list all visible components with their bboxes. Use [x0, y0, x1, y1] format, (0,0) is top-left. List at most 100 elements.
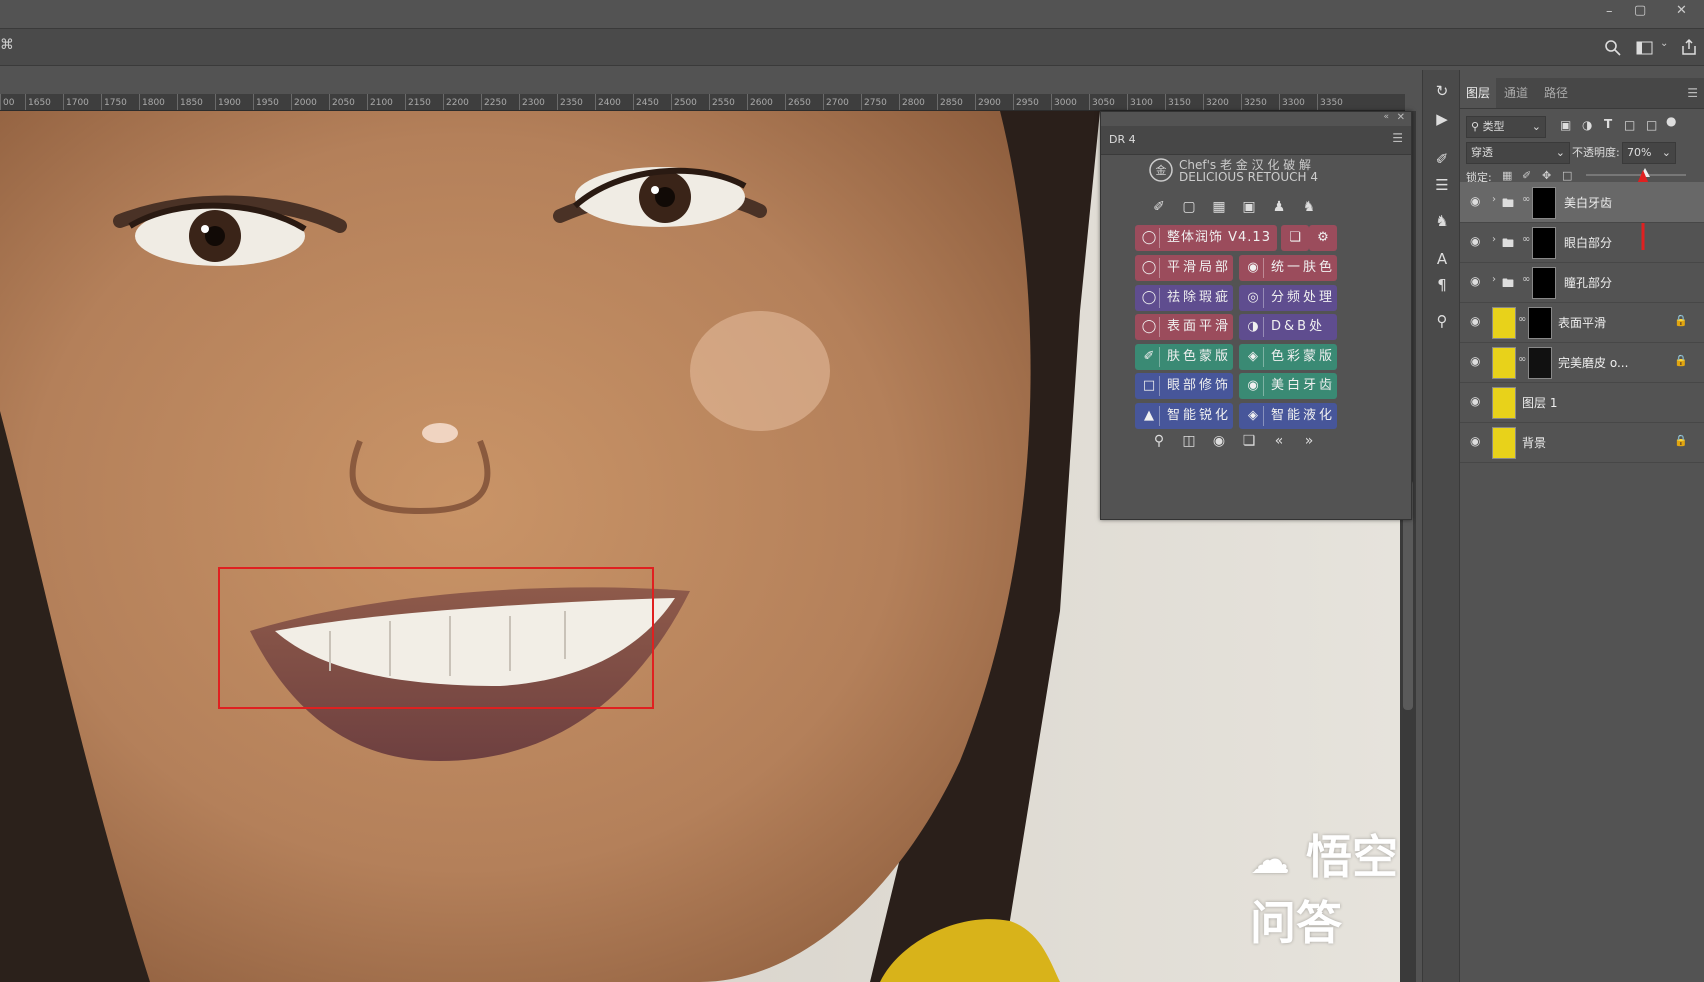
panel-tool-strip: ↻ ▶ ✐ ☰ ♞ A ¶ ⚲: [1422, 70, 1460, 982]
dr4-action-button[interactable]: ◉ 美白牙齿: [1239, 373, 1337, 399]
smart-filter-icon[interactable]: □: [1646, 118, 1657, 132]
collapse-icon[interactable]: «: [1383, 112, 1389, 122]
layer-row[interactable]: ◉ › 🖿 ∞ 瞳孔部分: [1460, 262, 1704, 303]
blend-mode-select[interactable]: 穿透 ⌄: [1466, 142, 1570, 164]
search-icon[interactable]: [1604, 39, 1622, 57]
dr4-action-button[interactable]: ✐ 肤色蒙版: [1135, 343, 1233, 370]
dr4-action-button[interactable]: ◯ 祛除瑕疵: [1135, 284, 1233, 311]
restore-button[interactable]: ▢: [1634, 3, 1646, 18]
pixel-filter-icon[interactable]: ▣: [1560, 118, 1571, 132]
chevron-down-icon[interactable]: ⌄: [1660, 38, 1668, 49]
adjustment-filter-icon[interactable]: ◑: [1582, 118, 1592, 132]
layer-row[interactable]: ◉ 图层 1: [1460, 382, 1704, 423]
layer-thumbnail: [1492, 347, 1516, 379]
folder-icon: 🖿: [1502, 196, 1515, 210]
dr4-action-button[interactable]: ◈ 色彩蒙版: [1239, 343, 1337, 370]
opacity-input[interactable]: 70% ⌄: [1622, 142, 1676, 164]
visibility-eye-icon[interactable]: ◉: [1470, 274, 1486, 288]
clone-stamp-icon[interactable]: ♞: [1297, 196, 1321, 218]
layers-toggle-button[interactable]: ❏: [1281, 225, 1309, 251]
type-filter-icon[interactable]: T: [1604, 117, 1612, 131]
play-icon[interactable]: ▶: [1431, 108, 1453, 130]
dropper-icon[interactable]: ✐: [1147, 196, 1171, 218]
dr4-action-button[interactable]: ◑D&B处理: [1239, 314, 1337, 360]
bandage-icon[interactable]: ▢: [1177, 196, 1201, 218]
dr4-action-button[interactable]: ◉ 统一肤色: [1239, 255, 1337, 281]
tab-layers[interactable]: 图层: [1460, 78, 1497, 108]
link-icon: ∞: [1522, 274, 1531, 285]
workspace-icon[interactable]: [1636, 40, 1654, 56]
layer-mask-thumbnail: [1532, 187, 1556, 219]
settings-button[interactable]: ⚙: [1309, 225, 1337, 251]
visibility-eye-icon[interactable]: ◉: [1470, 394, 1486, 408]
stamp-icon[interactable]: ♟: [1267, 196, 1291, 218]
filter-toggle-icon[interactable]: ●: [1666, 114, 1676, 128]
dr4-action-button[interactable]: □ 眼部修饰: [1135, 373, 1233, 399]
visibility-eye-icon[interactable]: ◉: [1470, 314, 1486, 328]
expand-chevron-icon[interactable]: ›: [1492, 194, 1496, 205]
tool-preset-icon[interactable]: ⌘: [0, 37, 14, 53]
expand-chevron-icon[interactable]: ›: [1492, 234, 1496, 245]
watermark-logo-icon: ☁: [1250, 837, 1290, 883]
character-icon[interactable]: A: [1431, 248, 1453, 270]
overall-retouch-button[interactable]: ◯ 整体润饰 V4.13: [1135, 225, 1277, 251]
dr4-panel: « ✕ DR 4 ☰ 金 Chef's 老 金 汉 化 破 解 DELICIOU…: [1100, 111, 1412, 520]
layer-filter-select[interactable]: ⚲ 类型 ⌄: [1466, 116, 1546, 138]
libraries-icon[interactable]: ⚲: [1431, 310, 1453, 332]
dr4-action-button[interactable]: ◈ 智能液化: [1239, 402, 1337, 429]
dr4-action-label: 平滑局部: [1167, 260, 1232, 275]
lock-transparency-icon[interactable]: ▦: [1502, 169, 1512, 182]
ruler-tick: 2850: [937, 94, 963, 110]
panel-menu-icon[interactable]: ☰: [1687, 86, 1698, 100]
title-bar: – ▢ ✕: [0, 0, 1704, 28]
minimize-button[interactable]: –: [1606, 4, 1613, 19]
tab-channels[interactable]: 通道: [1498, 78, 1534, 108]
layer-row[interactable]: ◉ › 🖿 ∞ 美白牙齿: [1460, 182, 1704, 223]
compare-icon[interactable]: ◫: [1177, 430, 1201, 452]
dr4-action-button[interactable]: ◎ 分频处理: [1239, 284, 1337, 311]
visibility-eye-icon[interactable]: ◉: [1470, 434, 1486, 448]
layer-row[interactable]: ◉ ∞ 完美磨皮 o... 🔒: [1460, 342, 1704, 383]
dr4-action-label: 肤色蒙版: [1167, 348, 1232, 364]
close-icon[interactable]: ✕: [1397, 112, 1405, 123]
visibility-eye-icon[interactable]: ◉: [1470, 354, 1486, 368]
visibility-eye-icon[interactable]: ◉: [1470, 234, 1486, 248]
eye-preview-icon[interactable]: ◉: [1207, 430, 1231, 452]
copy-layers-icon: ❏: [1289, 230, 1301, 245]
shape-filter-icon[interactable]: □: [1624, 118, 1635, 132]
history-icon[interactable]: ↻: [1431, 80, 1453, 102]
expand-chevron-icon[interactable]: ›: [1492, 274, 1496, 285]
dr4-action-label: 表面平滑: [1167, 319, 1232, 334]
link-icon: ∞: [1518, 354, 1527, 365]
clone-source-icon[interactable]: ♞: [1431, 210, 1453, 232]
dr4-action-button[interactable]: ◯ 平滑局部: [1135, 255, 1233, 281]
lock-artboard-icon[interactable]: □: [1562, 169, 1572, 182]
paragraph-icon[interactable]: ¶: [1431, 274, 1453, 296]
adjustments-icon[interactable]: ☰: [1431, 174, 1453, 196]
patch-icon[interactable]: ▦: [1207, 196, 1231, 218]
layer-row[interactable]: ◉ › 🖿 ∞ 眼白部分: [1460, 222, 1704, 263]
lock-brush-icon[interactable]: ✐: [1522, 169, 1531, 182]
close-window-button[interactable]: ✕: [1676, 3, 1687, 18]
stamp-frame-icon[interactable]: ▣: [1237, 196, 1261, 218]
layer-row[interactable]: ◉ 背景 🔒: [1460, 422, 1704, 463]
visibility-eye-icon[interactable]: ◉: [1470, 194, 1486, 208]
layer-row[interactable]: ◉ ∞ 表面平滑 🔒: [1460, 302, 1704, 343]
ruler-tick: 3100: [1127, 94, 1153, 110]
panel-menu-icon[interactable]: ☰: [1392, 131, 1403, 145]
dr4-action-button[interactable]: ▲ 智能锐化: [1135, 402, 1233, 429]
ruler-tick: 1650: [25, 94, 51, 110]
share-icon[interactable]: [1680, 38, 1698, 56]
duplicate-icon[interactable]: ❏: [1237, 430, 1261, 452]
tab-paths[interactable]: 路径: [1538, 78, 1574, 108]
watermark: ☁ 悟空问答: [1250, 821, 1400, 953]
lock-move-icon[interactable]: ✥: [1542, 169, 1551, 182]
dr4-action-button[interactable]: ◯ 表面平滑: [1135, 314, 1233, 340]
lasso-icon: ◯: [1139, 258, 1160, 278]
previous-icon[interactable]: «: [1267, 430, 1291, 452]
next-icon[interactable]: »: [1297, 430, 1321, 452]
brush-settings-icon[interactable]: ✐: [1431, 148, 1453, 170]
zoom-icon[interactable]: ⚲: [1147, 430, 1171, 452]
tab-dr4[interactable]: DR 4: [1109, 133, 1136, 146]
dr4-action-label: 统一肤色: [1271, 260, 1336, 275]
